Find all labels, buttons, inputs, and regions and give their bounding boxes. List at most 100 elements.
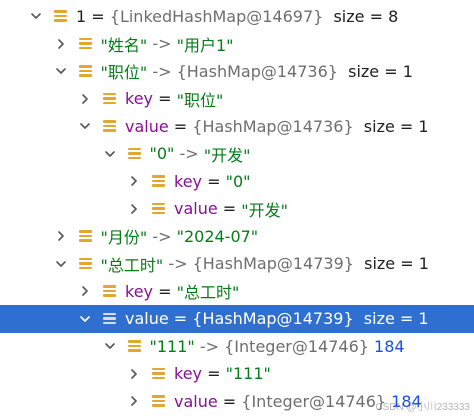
- tree-row[interactable]: key = "职位": [0, 85, 474, 113]
- label-segment: size = 1: [353, 116, 429, 136]
- debugger-variables-tree: 1 = {LinkedHashMap@14697} size = 8 "姓名" -…: [0, 0, 474, 417]
- label-segment: =: [202, 364, 226, 383]
- label-segment: "职位": [100, 63, 148, 82]
- label-segment: 1 =: [76, 6, 110, 26]
- tree-row-label: "总工时" -> {HashMap@14739} size = 1: [101, 252, 429, 276]
- tree-row[interactable]: "111" -> {Integer@14746} 184: [0, 332, 474, 360]
- tree-row[interactable]: value = "开发": [0, 195, 474, 223]
- label-segment: "总工时": [100, 255, 164, 275]
- label-segment: 184: [368, 336, 405, 356]
- label-segment: ->: [147, 34, 177, 53]
- label-segment: =: [202, 171, 226, 191]
- tree-row-label: 1 = {LinkedHashMap@14697} size = 8: [76, 7, 398, 26]
- tree-row-label: value = {HashMap@14736} size = 1: [125, 117, 429, 136]
- label-segment: "111": [149, 336, 195, 356]
- label-segment: "2024-07": [176, 226, 259, 246]
- tree-row[interactable]: "姓名" -> "用户1": [0, 30, 474, 58]
- tree-row[interactable]: key = "0": [0, 167, 474, 195]
- field-icon: [101, 311, 117, 327]
- label-segment: size = 1: [353, 254, 429, 273]
- chevron-right-icon[interactable]: [53, 228, 69, 244]
- label-segment: {HashMap@14736}: [192, 116, 354, 136]
- label-segment: "111": [225, 364, 271, 383]
- field-icon: [101, 118, 117, 134]
- label-segment: "0": [225, 171, 251, 191]
- tree-row[interactable]: key = "111": [0, 360, 474, 388]
- field-icon: [150, 173, 166, 189]
- field-icon: [150, 393, 166, 409]
- label-segment: key: [125, 89, 154, 108]
- chevron-down-icon[interactable]: [53, 63, 69, 79]
- tree-row-label: "职位" -> {HashMap@14736} size = 1: [101, 59, 413, 83]
- tree-row[interactable]: "职位" -> {HashMap@14736} size = 1: [0, 57, 474, 85]
- label-segment: ->: [147, 226, 177, 246]
- label-segment: ->: [194, 336, 225, 356]
- tree-row-label: "月份" -> "2024-07": [101, 224, 259, 248]
- label-segment: {HashMap@14736}: [176, 61, 338, 81]
- label-segment: key: [174, 364, 203, 383]
- field-icon: [52, 8, 68, 24]
- label-segment: "0": [149, 144, 175, 163]
- label-segment: {Integer@14746}: [241, 391, 387, 411]
- label-segment: key: [125, 281, 154, 301]
- label-segment: {LinkedHashMap@14697}: [109, 6, 324, 26]
- label-segment: "月份": [100, 228, 148, 247]
- label-segment: value: [174, 199, 218, 218]
- label-segment: =: [153, 281, 177, 301]
- tree-row-selected[interactable]: value = {HashMap@14739} size = 1: [0, 304, 474, 333]
- label-segment: "职位": [176, 90, 224, 110]
- chevron-down-icon[interactable]: [28, 8, 44, 24]
- chevron-right-icon[interactable]: [126, 201, 142, 217]
- field-icon: [126, 146, 142, 162]
- tree-row[interactable]: "总工时" -> {HashMap@14739} size = 1: [0, 250, 474, 278]
- chevron-down-icon[interactable]: [53, 256, 69, 272]
- tree-row-label: key = "职位": [125, 87, 223, 111]
- label-segment: key: [174, 171, 203, 191]
- tree-row-label: "姓名" -> "用户1": [101, 32, 234, 56]
- chevron-down-icon[interactable]: [102, 338, 118, 354]
- chevron-down-icon[interactable]: [77, 118, 93, 134]
- tree-row-label: value = {HashMap@14739} size = 1: [125, 309, 429, 328]
- tree-row[interactable]: "月份" -> "2024-07": [0, 222, 474, 250]
- field-icon: [101, 283, 117, 299]
- label-segment: {HashMap@14739}: [192, 309, 354, 328]
- tree-row-label: key = "总工时": [125, 279, 239, 303]
- label-segment: "开发": [241, 200, 289, 220]
- label-segment: {Integer@14746}: [224, 336, 369, 356]
- label-segment: value: [174, 391, 218, 411]
- tree-row[interactable]: key = "总工时": [0, 277, 474, 305]
- chevron-right-icon[interactable]: [53, 36, 69, 52]
- label-segment: "姓名": [100, 35, 148, 55]
- tree-row[interactable]: "0" -> "开发": [0, 140, 474, 168]
- watermark: CSDN @小川233333: [375, 402, 470, 413]
- field-icon: [101, 91, 117, 107]
- label-segment: =: [153, 89, 177, 108]
- chevron-right-icon[interactable]: [126, 173, 142, 189]
- chevron-right-icon[interactable]: [77, 91, 93, 107]
- chevron-down-icon[interactable]: [77, 311, 93, 327]
- chevron-down-icon[interactable]: [102, 146, 118, 162]
- tree-row-label: key = "0": [174, 172, 251, 191]
- label-segment: {HashMap@14739}: [192, 254, 354, 273]
- label-segment: =: [217, 391, 242, 411]
- chevron-right-icon[interactable]: [126, 366, 142, 382]
- label-segment: ->: [163, 254, 193, 273]
- label-segment: "用户1": [176, 35, 234, 55]
- label-segment: ->: [147, 61, 177, 81]
- tree-row-label: "111" -> {Integer@14746} 184: [150, 337, 405, 356]
- label-segment: ->: [174, 144, 204, 163]
- label-segment: "开发": [203, 145, 251, 165]
- chevron-right-icon[interactable]: [77, 283, 93, 299]
- field-icon: [77, 256, 93, 272]
- field-icon: [77, 228, 93, 244]
- field-icon: [126, 338, 142, 354]
- label-segment: size = 1: [353, 309, 429, 328]
- tree-row-label: "0" -> "开发": [150, 142, 251, 166]
- chevron-right-icon[interactable]: [126, 393, 142, 409]
- label-segment: =: [168, 116, 193, 136]
- tree-row[interactable]: 1 = {LinkedHashMap@14697} size = 8: [0, 2, 474, 30]
- label-segment: =: [217, 199, 242, 218]
- label-segment: "总工时": [176, 283, 240, 302]
- tree-row-label: key = "111": [174, 364, 271, 383]
- tree-row[interactable]: value = {HashMap@14736} size = 1: [0, 112, 474, 140]
